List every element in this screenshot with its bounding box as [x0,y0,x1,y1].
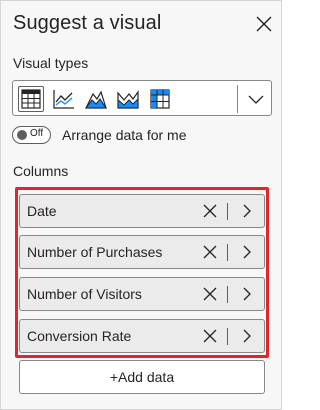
columns-label: Columns [13,163,69,179]
close-icon[interactable] [253,13,275,35]
visual-types-divider [237,85,238,113]
columns-highlight-box [15,187,269,358]
stacked-area-chart-icon[interactable] [115,86,141,112]
add-data-button[interactable]: +Add data [19,360,265,394]
pane-title: Suggest a visual [13,12,162,34]
table-icon[interactable] [18,86,44,112]
visual-types-bar [12,80,272,116]
toggle-state-text: Off [30,128,44,139]
chevron-down-icon[interactable] [243,86,269,112]
arrange-data-label: Arrange data for me [62,127,187,143]
arrange-toggle[interactable]: Off [12,126,51,144]
area-chart-icon[interactable] [83,86,109,112]
visual-types-label: Visual types [13,55,89,71]
toggle-knob [17,130,27,140]
line-chart-icon[interactable] [51,86,77,112]
matrix-icon[interactable] [147,86,173,112]
suggest-visual-pane: Suggest a visual Visual types Off Arrang… [0,0,282,410]
